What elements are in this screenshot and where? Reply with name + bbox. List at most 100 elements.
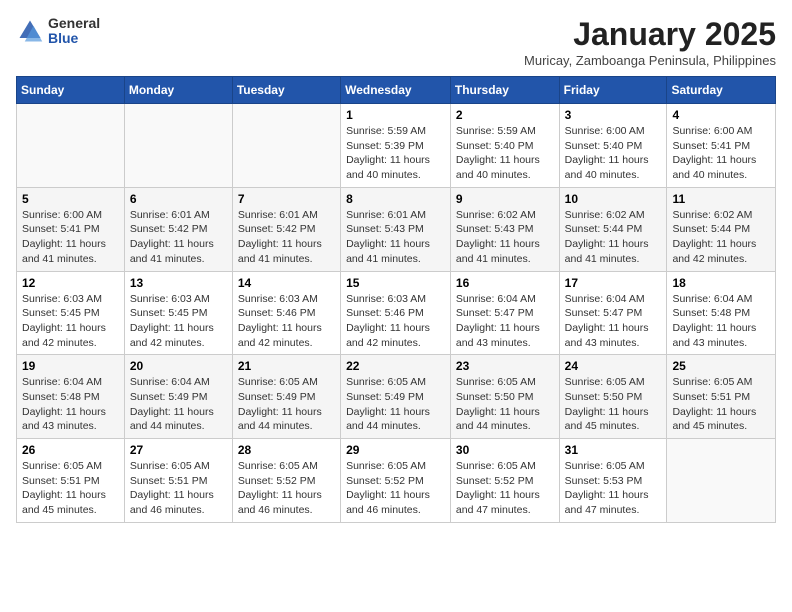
day-cell: 20 Sunrise: 6:04 AM Sunset: 5:49 PM Dayli… xyxy=(124,355,232,439)
day-number: 17 xyxy=(565,276,662,290)
day-info: Sunrise: 6:04 AM Sunset: 5:49 PM Dayligh… xyxy=(130,375,227,434)
calendar-table: SundayMondayTuesdayWednesdayThursdayFrid… xyxy=(16,76,776,523)
day-cell: 9 Sunrise: 6:02 AM Sunset: 5:43 PM Daylig… xyxy=(450,187,559,271)
day-number: 18 xyxy=(672,276,770,290)
day-info: Sunrise: 5:59 AM Sunset: 5:39 PM Dayligh… xyxy=(346,124,445,183)
day-cell: 11 Sunrise: 6:02 AM Sunset: 5:44 PM Dayli… xyxy=(667,187,776,271)
day-cell: 7 Sunrise: 6:01 AM Sunset: 5:42 PM Daylig… xyxy=(232,187,340,271)
day-cell: 25 Sunrise: 6:05 AM Sunset: 5:51 PM Dayli… xyxy=(667,355,776,439)
day-cell: 19 Sunrise: 6:04 AM Sunset: 5:48 PM Dayli… xyxy=(17,355,125,439)
header-cell-tuesday: Tuesday xyxy=(232,77,340,104)
day-cell: 14 Sunrise: 6:03 AM Sunset: 5:46 PM Dayli… xyxy=(232,271,340,355)
calendar-title: January 2025 xyxy=(524,16,776,53)
header-cell-monday: Monday xyxy=(124,77,232,104)
day-number: 20 xyxy=(130,359,227,373)
week-row-3: 12 Sunrise: 6:03 AM Sunset: 5:45 PM Dayli… xyxy=(17,271,776,355)
day-info: Sunrise: 6:03 AM Sunset: 5:46 PM Dayligh… xyxy=(346,292,445,351)
day-cell: 3 Sunrise: 6:00 AM Sunset: 5:40 PM Daylig… xyxy=(559,104,667,188)
day-info: Sunrise: 6:05 AM Sunset: 5:51 PM Dayligh… xyxy=(672,375,770,434)
day-number: 21 xyxy=(238,359,335,373)
calendar-subtitle: Muricay, Zamboanga Peninsula, Philippine… xyxy=(524,53,776,68)
day-info: Sunrise: 6:05 AM Sunset: 5:51 PM Dayligh… xyxy=(130,459,227,518)
day-number: 1 xyxy=(346,108,445,122)
day-cell xyxy=(124,104,232,188)
day-cell: 13 Sunrise: 6:03 AM Sunset: 5:45 PM Dayli… xyxy=(124,271,232,355)
day-number: 7 xyxy=(238,192,335,206)
day-number: 14 xyxy=(238,276,335,290)
day-number: 4 xyxy=(672,108,770,122)
week-row-5: 26 Sunrise: 6:05 AM Sunset: 5:51 PM Dayli… xyxy=(17,439,776,523)
day-info: Sunrise: 6:05 AM Sunset: 5:52 PM Dayligh… xyxy=(456,459,554,518)
header-cell-sunday: Sunday xyxy=(17,77,125,104)
day-number: 12 xyxy=(22,276,119,290)
day-cell: 1 Sunrise: 5:59 AM Sunset: 5:39 PM Daylig… xyxy=(341,104,451,188)
day-cell xyxy=(232,104,340,188)
day-info: Sunrise: 6:05 AM Sunset: 5:52 PM Dayligh… xyxy=(238,459,335,518)
day-cell: 22 Sunrise: 6:05 AM Sunset: 5:49 PM Dayli… xyxy=(341,355,451,439)
header-cell-saturday: Saturday xyxy=(667,77,776,104)
day-number: 10 xyxy=(565,192,662,206)
day-cell: 24Sunrise: 6:05 AM Sunset: 5:50 PM Dayli… xyxy=(559,355,667,439)
day-cell: 10Sunrise: 6:02 AM Sunset: 5:44 PM Dayli… xyxy=(559,187,667,271)
day-cell: 8 Sunrise: 6:01 AM Sunset: 5:43 PM Daylig… xyxy=(341,187,451,271)
day-cell: 26 Sunrise: 6:05 AM Sunset: 5:51 PM Dayli… xyxy=(17,439,125,523)
day-info: Sunrise: 6:02 AM Sunset: 5:43 PM Dayligh… xyxy=(456,208,554,267)
day-cell: 16Sunrise: 6:04 AM Sunset: 5:47 PM Dayli… xyxy=(450,271,559,355)
day-info: Sunrise: 6:05 AM Sunset: 5:49 PM Dayligh… xyxy=(238,375,335,434)
day-cell: 17 Sunrise: 6:04 AM Sunset: 5:47 PM Dayli… xyxy=(559,271,667,355)
day-info: Sunrise: 6:05 AM Sunset: 5:52 PM Dayligh… xyxy=(346,459,445,518)
day-number: 24 xyxy=(565,359,662,373)
day-number: 30 xyxy=(456,443,554,457)
day-cell: 21 Sunrise: 6:05 AM Sunset: 5:49 PM Dayli… xyxy=(232,355,340,439)
logo-icon xyxy=(16,17,44,45)
week-row-4: 19 Sunrise: 6:04 AM Sunset: 5:48 PM Dayli… xyxy=(17,355,776,439)
title-block: January 2025 Muricay, Zamboanga Peninsul… xyxy=(524,16,776,68)
day-number: 19 xyxy=(22,359,119,373)
day-cell xyxy=(17,104,125,188)
day-cell: 29Sunrise: 6:05 AM Sunset: 5:52 PM Dayli… xyxy=(341,439,451,523)
calendar-body: 1 Sunrise: 5:59 AM Sunset: 5:39 PM Daylig… xyxy=(17,104,776,523)
day-info: Sunrise: 6:03 AM Sunset: 5:45 PM Dayligh… xyxy=(22,292,119,351)
day-info: Sunrise: 6:05 AM Sunset: 5:53 PM Dayligh… xyxy=(565,459,662,518)
day-number: 13 xyxy=(130,276,227,290)
day-cell: 12 Sunrise: 6:03 AM Sunset: 5:45 PM Dayli… xyxy=(17,271,125,355)
day-cell: 5Sunrise: 6:00 AM Sunset: 5:41 PM Daylig… xyxy=(17,187,125,271)
day-cell: 15Sunrise: 6:03 AM Sunset: 5:46 PM Dayli… xyxy=(341,271,451,355)
day-info: Sunrise: 6:00 AM Sunset: 5:41 PM Dayligh… xyxy=(22,208,119,267)
page-header: General Blue January 2025 Muricay, Zambo… xyxy=(16,16,776,68)
day-info: Sunrise: 6:03 AM Sunset: 5:46 PM Dayligh… xyxy=(238,292,335,351)
day-number: 8 xyxy=(346,192,445,206)
day-info: Sunrise: 6:02 AM Sunset: 5:44 PM Dayligh… xyxy=(672,208,770,267)
day-cell: 2Sunrise: 5:59 AM Sunset: 5:40 PM Daylig… xyxy=(450,104,559,188)
day-cell xyxy=(667,439,776,523)
day-number: 6 xyxy=(130,192,227,206)
day-info: Sunrise: 6:03 AM Sunset: 5:45 PM Dayligh… xyxy=(130,292,227,351)
day-number: 28 xyxy=(238,443,335,457)
day-number: 31 xyxy=(565,443,662,457)
logo-general: General xyxy=(48,16,100,31)
day-info: Sunrise: 5:59 AM Sunset: 5:40 PM Dayligh… xyxy=(456,124,554,183)
day-cell: 4Sunrise: 6:00 AM Sunset: 5:41 PM Daylig… xyxy=(667,104,776,188)
day-number: 25 xyxy=(672,359,770,373)
day-cell: 18 Sunrise: 6:04 AM Sunset: 5:48 PM Dayli… xyxy=(667,271,776,355)
day-info: Sunrise: 6:04 AM Sunset: 5:48 PM Dayligh… xyxy=(672,292,770,351)
week-row-2: 5Sunrise: 6:00 AM Sunset: 5:41 PM Daylig… xyxy=(17,187,776,271)
day-info: Sunrise: 6:01 AM Sunset: 5:42 PM Dayligh… xyxy=(238,208,335,267)
header-row: SundayMondayTuesdayWednesdayThursdayFrid… xyxy=(17,77,776,104)
day-number: 26 xyxy=(22,443,119,457)
day-info: Sunrise: 6:00 AM Sunset: 5:40 PM Dayligh… xyxy=(565,124,662,183)
day-info: Sunrise: 6:01 AM Sunset: 5:43 PM Dayligh… xyxy=(346,208,445,267)
day-info: Sunrise: 6:05 AM Sunset: 5:51 PM Dayligh… xyxy=(22,459,119,518)
day-number: 11 xyxy=(672,192,770,206)
day-number: 3 xyxy=(565,108,662,122)
day-number: 23 xyxy=(456,359,554,373)
day-info: Sunrise: 6:05 AM Sunset: 5:49 PM Dayligh… xyxy=(346,375,445,434)
logo-blue: Blue xyxy=(48,31,100,46)
day-info: Sunrise: 6:04 AM Sunset: 5:47 PM Dayligh… xyxy=(565,292,662,351)
day-number: 9 xyxy=(456,192,554,206)
day-number: 22 xyxy=(346,359,445,373)
logo-text: General Blue xyxy=(48,16,100,47)
day-info: Sunrise: 6:04 AM Sunset: 5:48 PM Dayligh… xyxy=(22,375,119,434)
day-number: 16 xyxy=(456,276,554,290)
logo: General Blue xyxy=(16,16,100,47)
